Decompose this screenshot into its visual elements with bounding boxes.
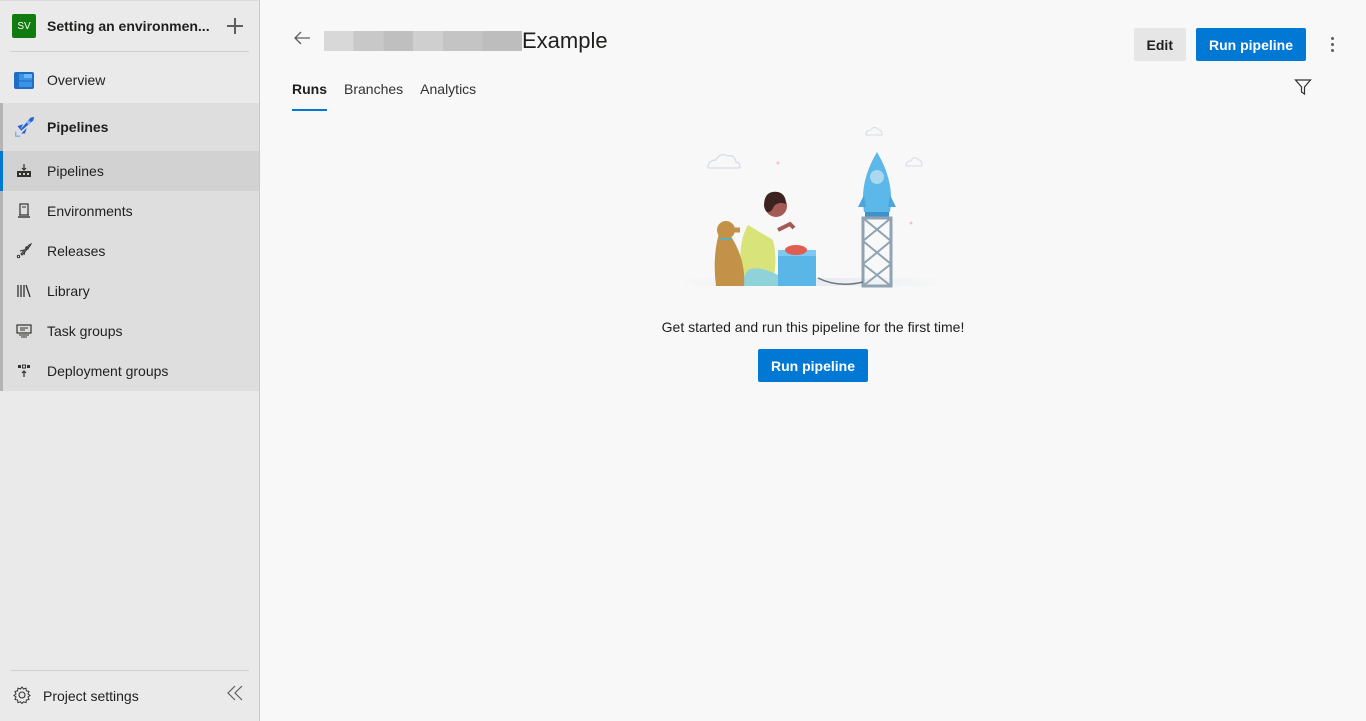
sidebar-item-environments[interactable]: Environments [3,191,259,231]
sidebar-footer: Project settings [0,670,259,721]
rocket-launch-illustration [678,127,948,288]
sidebar-group-header-pipelines[interactable]: Pipelines [3,103,259,151]
divider [10,51,249,52]
run-pipeline-cta-button[interactable]: Run pipeline [758,349,868,382]
redacted-pipeline-name [324,31,522,51]
page-header: Example [292,26,608,56]
sidebar-item-library[interactable]: Library [3,271,259,311]
sidebar-item-label: Overview [47,72,106,88]
project-settings-link[interactable]: Project settings [0,671,259,721]
more-dot [1330,49,1334,52]
sidebar-item-deployment-groups[interactable]: Deployment groups [3,351,259,391]
sidebar-item-label: Library [47,283,90,299]
sidebar-item-label: Environments [47,203,133,219]
sidebar-item-label: Releases [47,243,106,259]
project-header: SV Setting an environmen... [0,1,259,51]
sidebar-item-releases[interactable]: Releases [3,231,259,271]
more-actions-button[interactable] [1324,37,1340,52]
sidebar-group-pipelines: Pipelines Pipelines Environments Release… [0,103,259,391]
environments-icon [12,199,36,223]
main-content: Example Runs Branches Analytics Edit Run… [260,0,1366,721]
sidebar-item-label: Pipelines [47,163,104,179]
library-icon [12,279,36,303]
arrow-left-icon [294,31,310,45]
releases-icon [12,239,36,263]
tab-analytics[interactable]: Analytics [420,78,476,112]
gear-icon [12,685,32,708]
project-avatar[interactable]: SV [12,14,36,38]
sidebar-item-pipelines[interactable]: Pipelines [0,151,259,191]
tab-branches[interactable]: Branches [344,78,403,112]
edit-button[interactable]: Edit [1133,28,1186,61]
sidebar-item-overview[interactable]: Overview [0,60,259,100]
more-dot [1330,37,1334,40]
double-chevron-left-icon [227,685,243,701]
new-item-button[interactable] [225,16,245,36]
filter-button[interactable] [1294,78,1312,99]
empty-state: Get started and run this pipeline for th… [260,120,1366,382]
task-groups-icon [12,319,36,343]
sidebar-group-label: Pipelines [47,119,109,135]
tab-runs[interactable]: Runs [292,78,327,112]
deployment-groups-icon [12,359,36,383]
header-actions: Edit Run pipeline [1133,28,1340,61]
collapse-sidebar-button[interactable] [225,683,245,709]
pipelines-icon [12,159,36,183]
project-settings-label: Project settings [43,688,139,704]
page-title: Example [522,28,608,53]
overview-icon [12,68,36,92]
more-dot [1330,43,1334,46]
project-name[interactable]: Setting an environmen... [47,18,225,34]
filter-icon [1294,79,1312,96]
sidebar-item-task-groups[interactable]: Task groups [3,311,259,351]
pipelines-rocket-icon [12,115,36,139]
run-pipeline-button[interactable]: Run pipeline [1196,28,1306,61]
empty-state-message: Get started and run this pipeline for th… [661,319,965,335]
sidebar: SV Setting an environmen... Overview Pip… [0,0,260,721]
sidebar-item-label: Deployment groups [47,363,169,379]
sidebar-item-label: Task groups [47,323,123,339]
tab-bar: Runs Branches Analytics [292,78,493,112]
back-button[interactable] [292,28,316,54]
